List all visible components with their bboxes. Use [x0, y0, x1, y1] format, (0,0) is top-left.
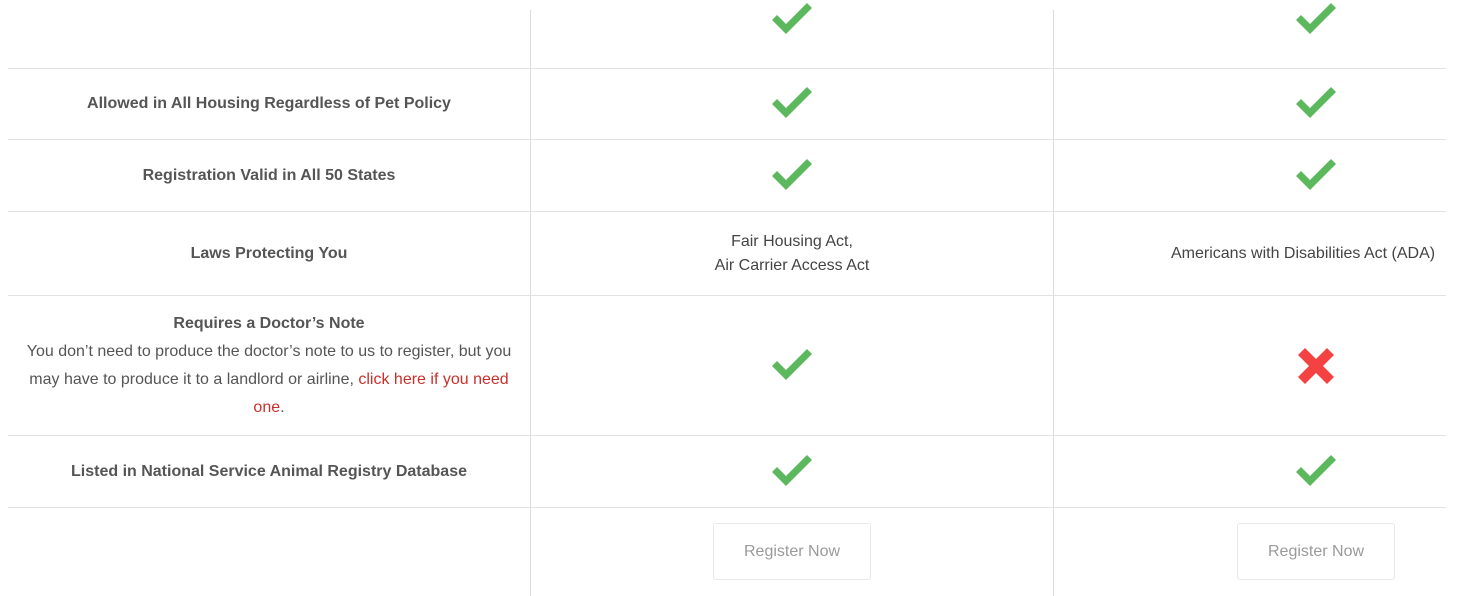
check-icon: [768, 452, 816, 492]
law-item: Fair Housing Act,: [731, 232, 853, 250]
plan1-cell: [531, 436, 1053, 507]
feature-cell-empty: [8, 508, 530, 596]
feature-cell: Allowed in All Housing Regardless of Pet…: [8, 69, 530, 139]
check-icon: [768, 346, 816, 386]
plan2-cell: [1054, 140, 1446, 211]
plan2-cell: Register Now: [1054, 508, 1446, 596]
feature-label: Requires a Doctor’s Note: [173, 314, 365, 332]
check-icon: [768, 0, 816, 40]
plan2-cell: [1054, 69, 1446, 139]
table-row-doctor-note: Requires a Doctor’s Note You don’t need …: [8, 296, 1446, 436]
table-row-registry: Listed in National Service Animal Regist…: [8, 436, 1446, 508]
plan1-cell: Fair Housing Act, Air Carrier Access Act: [531, 212, 1053, 295]
feature-label: Registration Valid in All 50 States: [142, 166, 396, 184]
feature-description: Requires a Doctor’s Note You don’t need …: [8, 310, 530, 422]
plan1-cell: [531, 0, 1053, 68]
plan1-cell: Register Now: [531, 508, 1053, 596]
plan1-cell: [531, 140, 1053, 211]
plan2-cell: [1054, 436, 1446, 507]
check-icon: [768, 156, 816, 196]
register-now-button[interactable]: Register Now: [713, 523, 871, 580]
cross-icon: [1292, 342, 1340, 390]
feature-cell: Listed in National Service Animal Regist…: [8, 436, 530, 507]
table-row-top: [8, 0, 1446, 69]
table-row-housing: Allowed in All Housing Regardless of Pet…: [8, 69, 1446, 140]
feature-cell: Laws Protecting You: [8, 212, 530, 295]
check-icon: [1292, 0, 1340, 40]
feature-cell-empty: [8, 0, 530, 68]
check-icon: [1292, 84, 1340, 124]
plan2-cell: [1054, 296, 1446, 435]
law-item: Air Carrier Access Act: [714, 256, 870, 274]
plan2-cell: Americans with Disabilities Act (ADA): [1054, 212, 1446, 295]
feature-cell: Requires a Doctor’s Note You don’t need …: [8, 296, 530, 435]
law-item: Americans with Disabilities Act (ADA): [1171, 244, 1436, 262]
feature-cell: Registration Valid in All 50 States: [8, 140, 530, 211]
feature-note-suffix: .: [280, 398, 285, 416]
feature-label: Laws Protecting You: [190, 244, 348, 262]
register-now-button[interactable]: Register Now: [1237, 523, 1395, 580]
check-icon: [1292, 452, 1340, 492]
table-row-laws: Laws Protecting You Fair Housing Act, Ai…: [8, 212, 1446, 296]
comparison-table: Allowed in All Housing Regardless of Pet…: [8, 0, 1446, 596]
feature-label: Allowed in All Housing Regardless of Pet…: [87, 95, 451, 112]
table-row-actions: Register Now Register Now: [8, 508, 1446, 596]
plan2-cell: [1054, 0, 1446, 68]
table-row-states: Registration Valid in All 50 States: [8, 140, 1446, 212]
check-icon: [768, 84, 816, 124]
check-icon: [1292, 156, 1340, 196]
law-list: Fair Housing Act, Air Carrier Access Act: [715, 230, 870, 278]
plan1-cell: [531, 296, 1053, 435]
plan1-cell: [531, 69, 1053, 139]
feature-label: Listed in National Service Animal Regist…: [71, 462, 467, 480]
